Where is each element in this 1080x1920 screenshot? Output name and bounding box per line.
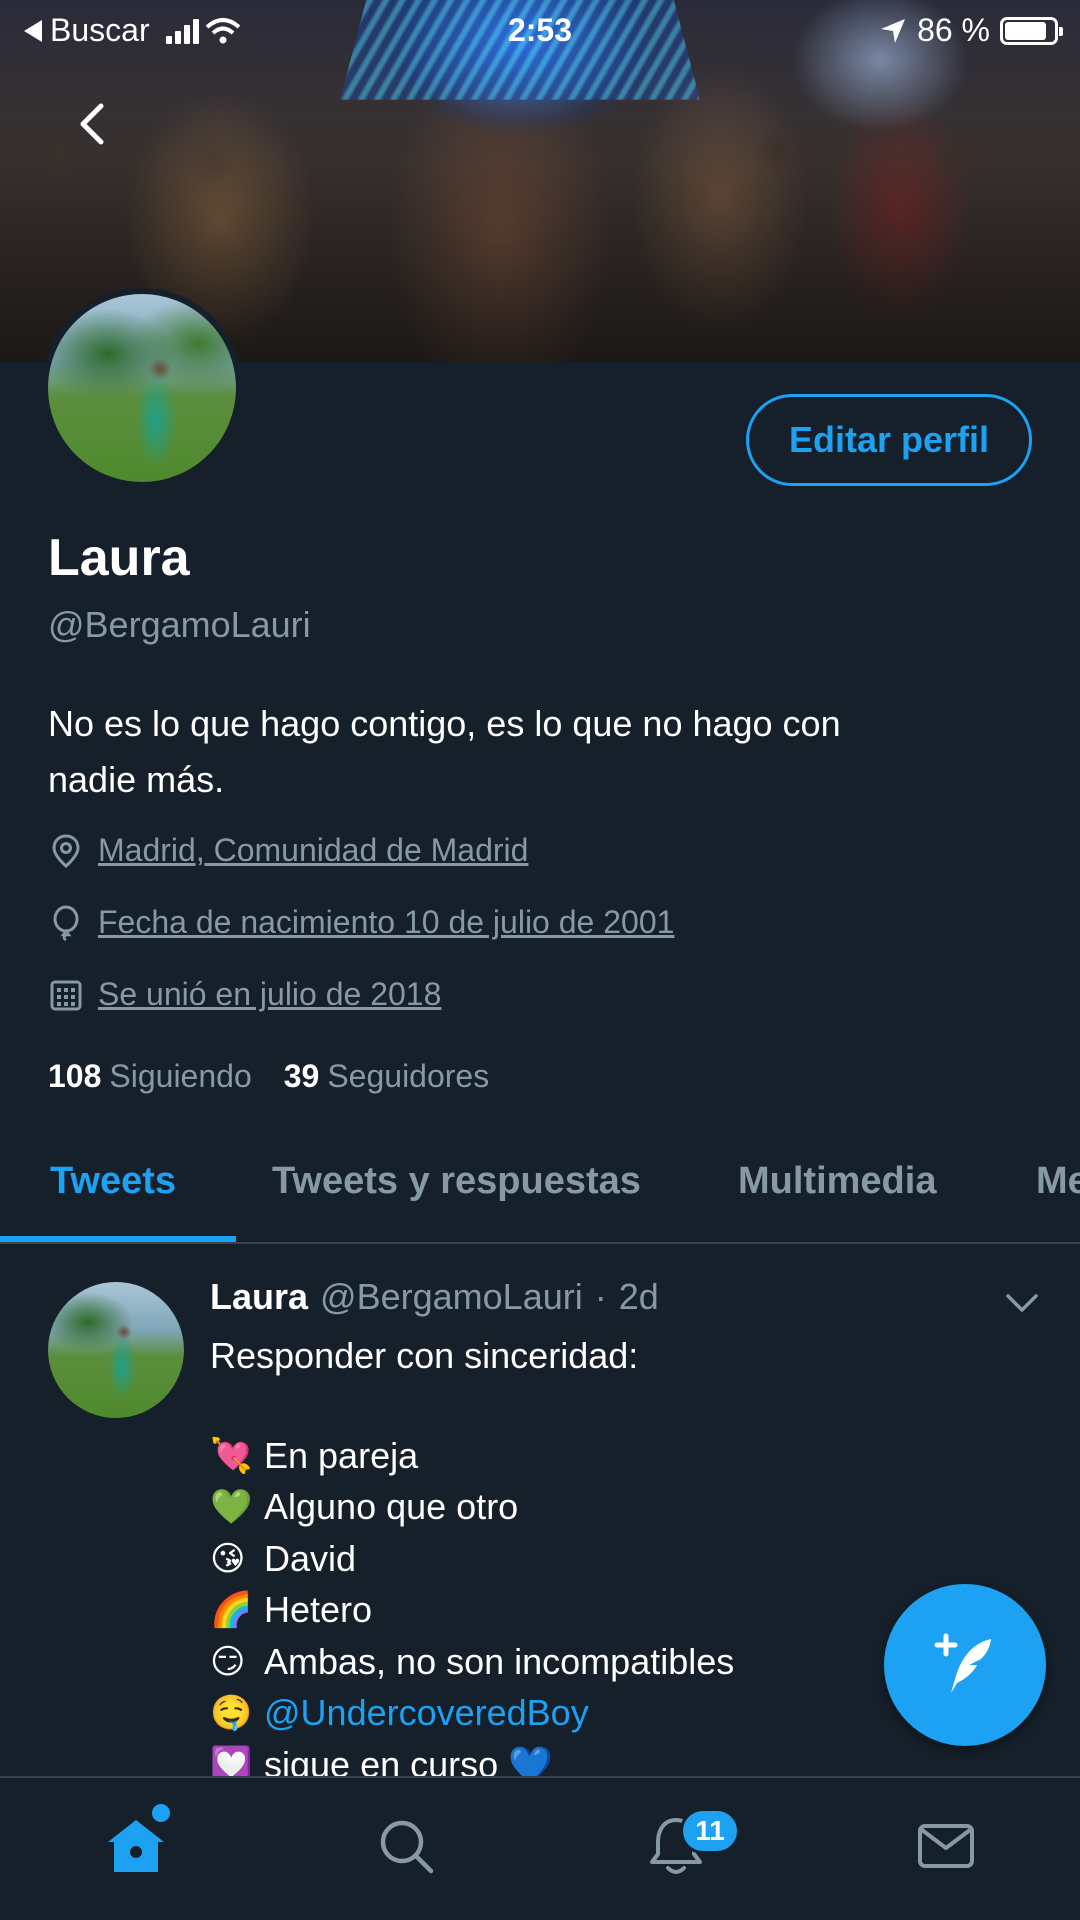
tweet-line-text: Alguno que otro (264, 1486, 519, 1528)
followers-count: 39 (283, 1058, 320, 1094)
profile-avatar[interactable] (42, 288, 242, 488)
following-link[interactable]: 108 Siguiendo (48, 1058, 252, 1095)
green-heart-emoji: 💚 (210, 1487, 253, 1528)
heart-arrow-emoji: 💘 (210, 1435, 253, 1476)
kiss-face-emoji: 😘 (210, 1538, 246, 1579)
follow-counts: 108 Siguiendo 39 Seguidores (48, 1058, 489, 1095)
home-icon (108, 1820, 164, 1872)
messages-icon (918, 1824, 974, 1868)
battery-fill (1005, 21, 1047, 40)
battery-percent: 86 % (917, 12, 990, 48)
tweet-line-text: Hetero (264, 1589, 373, 1631)
active-tab-indicator (0, 1236, 236, 1242)
following-label: Siguiendo (109, 1058, 252, 1094)
bio-line: nadie más. (48, 759, 225, 800)
battery-icon (1000, 16, 1063, 45)
profile-tabs: Tweets Tweets y respuestas Multimedia Me (0, 1138, 1080, 1244)
location-arrow-icon (881, 18, 906, 43)
compose-tweet-button[interactable] (884, 1584, 1046, 1746)
nav-home[interactable] (104, 1814, 168, 1878)
balloon-icon (53, 905, 79, 941)
search-icon (380, 1820, 434, 1874)
followers-label: Seguidores (327, 1058, 490, 1094)
tweet-line-text: David (264, 1537, 357, 1579)
edit-profile-button[interactable]: Editar perfil (746, 394, 1032, 486)
tab-likes[interactable]: Me (1036, 1160, 1080, 1203)
tweet-line: 🌈 Hetero (210, 1585, 1010, 1637)
tweet-mention-link[interactable]: @UndercoveredBoy (264, 1692, 589, 1734)
tweet-line-text: Ambas, no son incompatibles (264, 1640, 735, 1682)
tweet-options-button[interactable] (1000, 1282, 1044, 1322)
bottom-tab-bar (0, 1776, 1080, 1920)
followers-link[interactable]: 39 Seguidores (284, 1058, 489, 1095)
home-new-indicator (152, 1804, 170, 1822)
tweet-line: 💘 En pareja (210, 1430, 1010, 1482)
profile-name: Laura (48, 529, 190, 587)
status-right: 86 % (879, 12, 1063, 49)
back-button[interactable] (64, 96, 120, 152)
tweet-line: 😘 David (210, 1533, 1010, 1585)
tab-tweets-replies[interactable]: Tweets y respuestas (272, 1160, 641, 1203)
rainbow-emoji: 🌈 (210, 1590, 253, 1631)
compose-feather-icon (934, 1633, 991, 1693)
chevron-left-icon (80, 103, 104, 145)
tab-tweets[interactable]: Tweets (50, 1160, 176, 1203)
nav-search[interactable] (374, 1814, 438, 1878)
tweet-line: 💚 Alguno que otro (210, 1482, 1010, 1534)
tweet-body-list: 💘 En pareja 💚 Alguno que otro 😘 David 🌈 Hete… (210, 1430, 1010, 1791)
tweet-timestamp: 2d (618, 1276, 659, 1317)
chevron-down-icon (1006, 1294, 1038, 1312)
tweet-author-handle[interactable]: @BergamoLauri (320, 1276, 583, 1318)
following-count: 108 (48, 1058, 102, 1094)
profile-joined[interactable]: Se unió en julio de 2018 (48, 976, 441, 1013)
location-text[interactable]: Madrid, Comunidad de Madrid (98, 832, 528, 869)
notifications-badge: 11 (680, 1808, 740, 1854)
status-bar: Buscar 2:53 86 % (0, 0, 1080, 64)
profile-location[interactable]: Madrid, Comunidad de Madrid (48, 832, 528, 869)
nav-messages[interactable] (914, 1814, 978, 1878)
profile-handle: @BergamoLauri (48, 604, 311, 645)
tab-media[interactable]: Multimedia (738, 1160, 936, 1203)
tweet-avatar[interactable] (48, 1282, 184, 1418)
tweet-line-text: En pareja (264, 1434, 419, 1476)
profile-bio: No es lo que hago contigo, es lo que no … (48, 696, 1028, 808)
bio-line: No es lo que hago contigo, es lo que no … (48, 703, 841, 744)
tweet-header: Laura @BergamoLauri · 2d (210, 1276, 659, 1318)
tweet-author-name[interactable]: Laura (210, 1276, 308, 1318)
profile-birthday[interactable]: Fecha de nacimiento 10 de julio de 2001 (48, 904, 674, 941)
location-pin-icon (52, 833, 80, 868)
drooling-face-emoji: 🤤 (210, 1693, 253, 1734)
joined-text[interactable]: Se unió en julio de 2018 (98, 976, 441, 1013)
calendar-icon (50, 980, 82, 1010)
tweet-separator: · (594, 1276, 607, 1317)
birthday-text[interactable]: Fecha de nacimiento 10 de julio de 2001 (98, 904, 674, 941)
smirk-emoji: 😏 (210, 1641, 246, 1682)
tweet-text: Responder con sinceridad: (210, 1335, 639, 1376)
